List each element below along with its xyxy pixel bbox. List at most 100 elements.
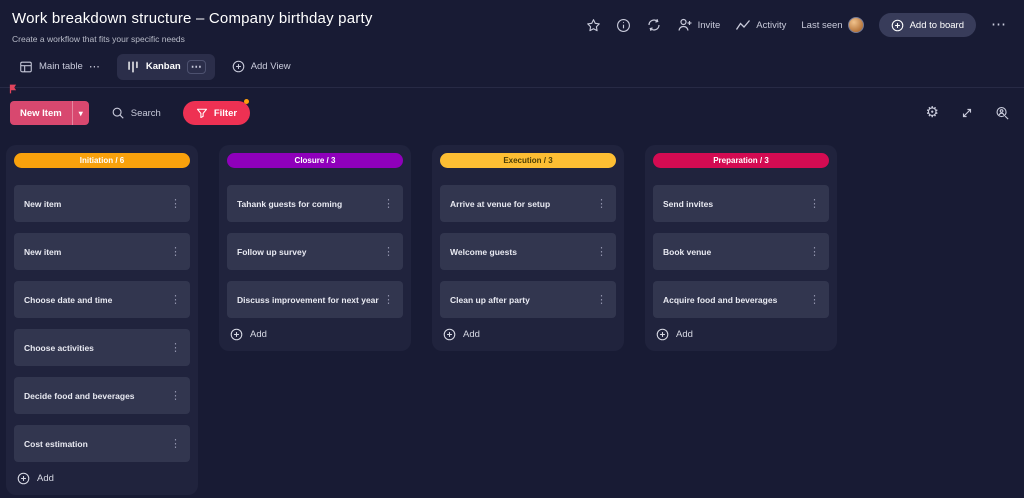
search-label: Search — [131, 108, 161, 119]
card-menu-icon[interactable]: ⋮ — [807, 245, 822, 258]
add-card-label: Add — [37, 473, 54, 484]
kanban-card[interactable]: Arrive at venue for setup ⋮ — [440, 185, 616, 222]
activity-label: Activity — [756, 20, 786, 31]
card-menu-icon[interactable]: ⋮ — [381, 197, 396, 210]
card-menu-icon[interactable]: ⋮ — [594, 293, 609, 306]
column-cards: New item ⋮ New item ⋮ Choose date and ti… — [14, 185, 190, 462]
kanban-card[interactable]: Clean up after party ⋮ — [440, 281, 616, 318]
card-menu-icon[interactable]: ⋮ — [381, 245, 396, 258]
card-title: Send invites — [663, 199, 713, 209]
funnel-icon — [196, 107, 208, 119]
tab-kanban-label: Kanban — [146, 61, 181, 72]
card-menu-icon[interactable]: ⋮ — [594, 197, 609, 210]
column-cards: Arrive at venue for setup ⋮ Welcome gues… — [440, 185, 616, 318]
card-title: Arrive at venue for setup — [450, 199, 550, 209]
invite-button[interactable]: Invite — [677, 17, 721, 33]
add-card-label: Add — [676, 329, 693, 340]
expand-diagonal-icon[interactable] — [960, 106, 974, 120]
search-button[interactable]: Search — [111, 106, 161, 120]
add-card-button[interactable]: Add — [653, 322, 829, 343]
person-search-icon[interactable] — [995, 106, 1010, 121]
kanban-card[interactable]: Cost estimation ⋮ — [14, 425, 190, 462]
kanban-icon — [126, 60, 140, 74]
column-cards: Send invites ⋮ Book venue ⋮ Acquire food… — [653, 185, 829, 318]
card-title: Book venue — [663, 247, 711, 257]
kanban-card[interactable]: New item ⋮ — [14, 233, 190, 270]
card-title: Clean up after party — [450, 295, 530, 305]
card-menu-icon[interactable]: ⋮ — [168, 437, 183, 450]
card-menu-icon[interactable]: ⋮ — [594, 245, 609, 258]
card-menu-icon[interactable]: ⋮ — [168, 389, 183, 402]
card-menu-icon[interactable]: ⋮ — [807, 197, 822, 210]
new-item-button[interactable]: New Item ▾ — [10, 101, 89, 125]
page-subtitle: Create a workflow that fits your specifi… — [12, 34, 373, 44]
column-header[interactable]: Closure / 3 — [227, 153, 403, 168]
add-card-button[interactable]: Add — [440, 322, 616, 343]
tab-kanban-menu-icon[interactable]: ⋯ — [187, 60, 206, 74]
notification-flag-icon — [8, 84, 18, 94]
add-card-label: Add — [463, 329, 480, 340]
kanban-column: Preparation / 3 Send invites ⋮ Book venu… — [645, 145, 837, 351]
filter-label: Filter — [214, 108, 237, 119]
plus-circle-icon — [232, 60, 245, 73]
info-icon[interactable] — [616, 18, 631, 33]
gear-icon[interactable]: ⚙ — [926, 106, 939, 120]
tab-main-table-menu-icon[interactable]: ⋯ — [89, 62, 100, 72]
column-header[interactable]: Preparation / 3 — [653, 153, 829, 168]
kanban-card[interactable]: Decide food and beverages ⋮ — [14, 377, 190, 414]
new-item-label: New Item — [10, 101, 72, 125]
card-title: Welcome guests — [450, 247, 517, 257]
kanban-card[interactable]: Choose activities ⋮ — [14, 329, 190, 366]
chevron-down-icon[interactable]: ▾ — [73, 101, 89, 125]
tab-main-table-label: Main table — [39, 61, 83, 72]
integrations-sync-icon[interactable] — [646, 17, 662, 33]
add-card-button[interactable]: Add — [227, 322, 403, 343]
card-menu-icon[interactable]: ⋮ — [381, 293, 396, 306]
activity-chart-icon — [735, 17, 751, 33]
plus-circle-icon — [443, 328, 456, 341]
add-view-label: Add View — [251, 61, 291, 72]
plus-circle-icon — [891, 19, 904, 32]
page-title[interactable]: Work breakdown structure – Company birth… — [12, 10, 373, 27]
column-title: Initiation / 6 — [80, 156, 124, 165]
kanban-board: Initiation / 6 New item ⋮ New item ⋮ Cho… — [0, 137, 1024, 495]
star-icon[interactable] — [586, 18, 601, 33]
kanban-card[interactable]: Acquire food and beverages ⋮ — [653, 281, 829, 318]
kanban-card[interactable]: Book venue ⋮ — [653, 233, 829, 270]
kanban-card[interactable]: Follow up survey ⋮ — [227, 233, 403, 270]
card-title: Choose activities — [24, 343, 94, 353]
filter-badge — [244, 99, 249, 104]
card-menu-icon[interactable]: ⋮ — [168, 293, 183, 306]
filter-button[interactable]: Filter — [183, 101, 250, 125]
tab-kanban[interactable]: Kanban ⋯ — [117, 54, 215, 80]
kanban-card[interactable]: New item ⋮ — [14, 185, 190, 222]
card-title: Acquire food and beverages — [663, 295, 777, 305]
add-to-board-button[interactable]: Add to board — [879, 13, 976, 37]
add-card-button[interactable]: Add — [14, 466, 190, 487]
tab-main-table[interactable]: Main table ⋯ — [10, 54, 109, 80]
kanban-card[interactable]: Send invites ⋮ — [653, 185, 829, 222]
last-seen: Last seen — [801, 17, 863, 33]
column-header[interactable]: Initiation / 6 — [14, 153, 190, 168]
card-title: Cost estimation — [24, 439, 88, 449]
card-menu-icon[interactable]: ⋮ — [168, 245, 183, 258]
card-menu-icon[interactable]: ⋮ — [807, 293, 822, 306]
board-menu-icon[interactable]: ⋯ — [991, 20, 1006, 30]
activity-button[interactable]: Activity — [735, 17, 786, 33]
kanban-card[interactable]: Choose date and time ⋮ — [14, 281, 190, 318]
column-header[interactable]: Execution / 3 — [440, 153, 616, 168]
kanban-card[interactable]: Tahank guests for coming ⋮ — [227, 185, 403, 222]
card-menu-icon[interactable]: ⋮ — [168, 341, 183, 354]
add-card-label: Add — [250, 329, 267, 340]
add-view-button[interactable]: Add View — [223, 54, 300, 79]
column-title: Preparation / 3 — [713, 156, 769, 165]
search-icon — [111, 106, 125, 120]
kanban-card[interactable]: Welcome guests ⋮ — [440, 233, 616, 270]
invite-label: Invite — [698, 20, 721, 31]
card-menu-icon[interactable]: ⋮ — [168, 197, 183, 210]
card-title: Follow up survey — [237, 247, 306, 257]
card-title: Choose date and time — [24, 295, 112, 305]
kanban-card[interactable]: Discuss improvement for next year ⋮ — [227, 281, 403, 318]
plus-circle-icon — [230, 328, 243, 341]
avatar[interactable] — [848, 17, 864, 33]
